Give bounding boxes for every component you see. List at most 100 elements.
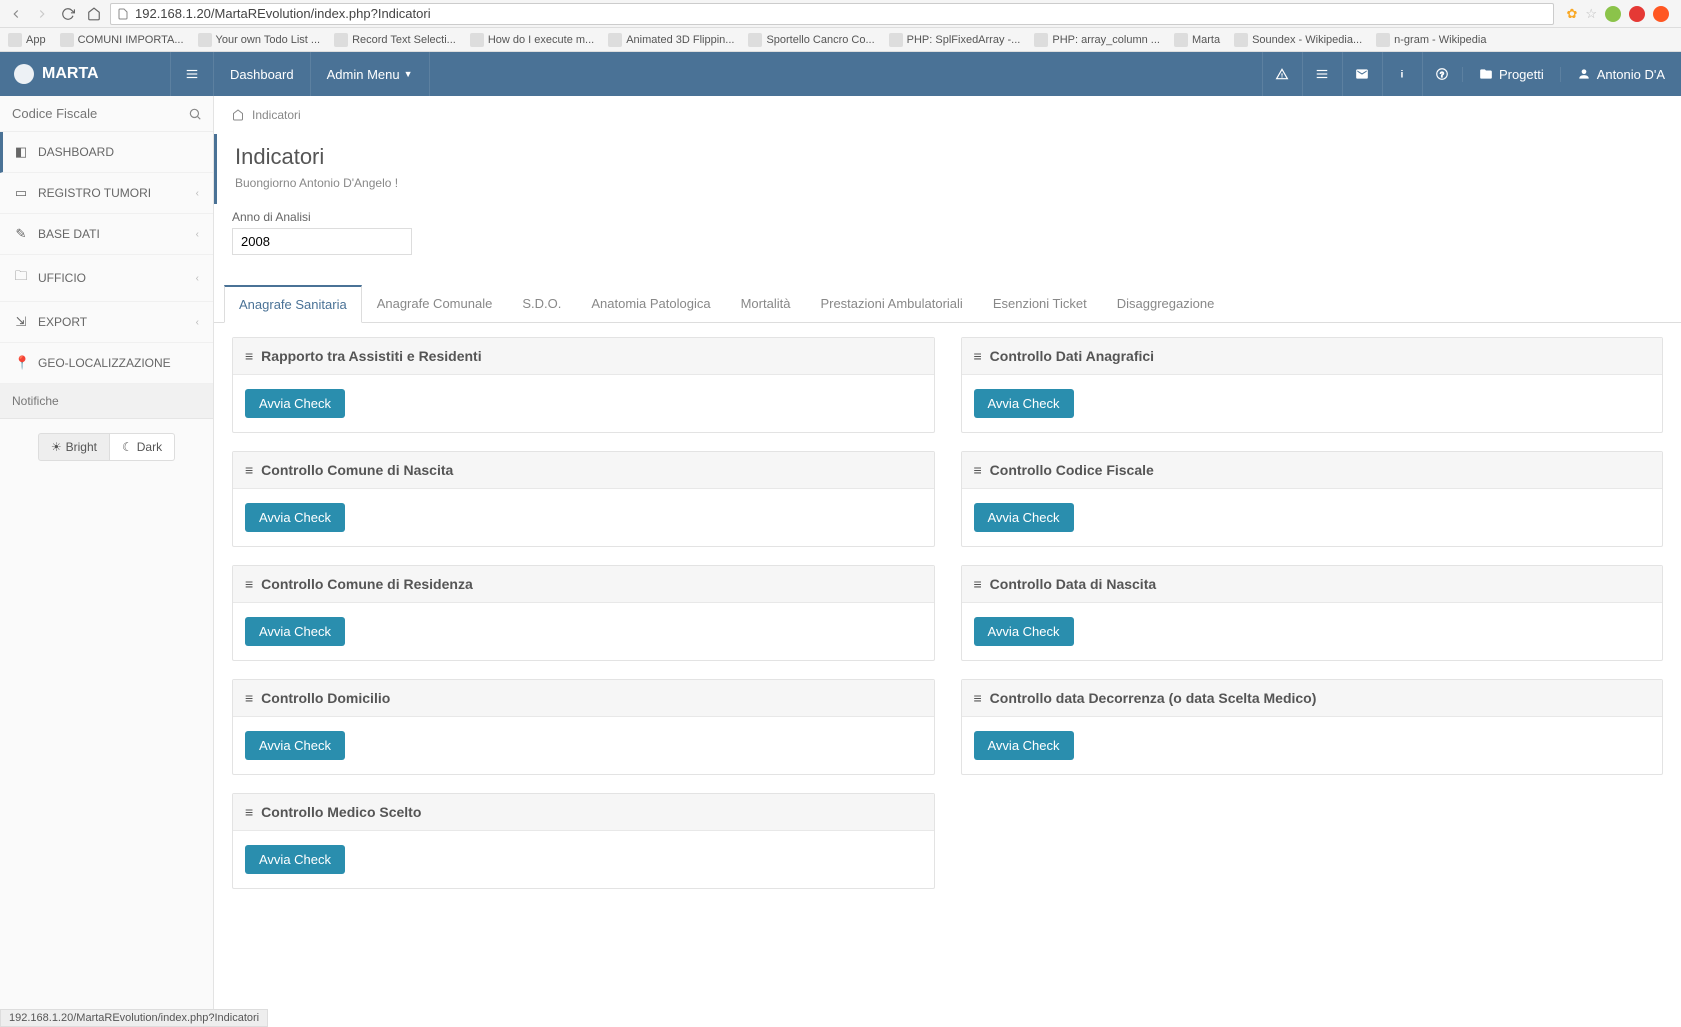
tab-anagrafe-comunale[interactable]: Anagrafe Comunale	[362, 285, 508, 322]
breadcrumb: Indicatori	[214, 96, 1681, 134]
list-icon: ≡	[245, 348, 253, 364]
main-content: Indicatori Indicatori Buongiorno Antonio…	[214, 96, 1681, 1027]
projects-button[interactable]: Progetti	[1462, 67, 1560, 82]
card-title: Controllo Dati Anagrafici	[990, 348, 1154, 364]
card-header: ≡Rapporto tra Assistiti e Residenti	[233, 338, 934, 375]
sidebar-item-ufficio[interactable]: 🗀 UFFICIO ‹	[0, 255, 213, 302]
bookmark-item[interactable]: n-gram - Wikipedia	[1376, 33, 1486, 47]
tab-prestazioni[interactable]: Prestazioni Ambulatoriali	[805, 285, 977, 322]
start-check-button[interactable]: Avvia Check	[245, 389, 345, 418]
page-header: Indicatori Buongiorno Antonio D'Angelo !	[214, 134, 1681, 204]
card: ≡Controllo Data di Nascita Avvia Check	[961, 565, 1664, 661]
search-input[interactable]	[12, 106, 188, 121]
sidebar-item-label: DASHBOARD	[38, 145, 199, 159]
card-title: Controllo Comune di Nascita	[261, 462, 453, 478]
user-icon	[1577, 67, 1591, 81]
nav-admin-menu[interactable]: Admin Menu ▼	[311, 52, 430, 96]
user-menu[interactable]: Antonio D'A	[1560, 67, 1681, 82]
bookmark-item[interactable]: COMUNI IMPORTA...	[60, 33, 184, 47]
start-check-button[interactable]: Avvia Check	[974, 617, 1074, 646]
list-icon: ≡	[245, 462, 253, 478]
theme-dark-button[interactable]: ☾ Dark	[110, 433, 175, 461]
ext-icon[interactable]: ✿	[1566, 6, 1577, 22]
sidebar-item-base-dati[interactable]: ✎ BASE DATI ‹	[0, 214, 213, 255]
card-header: ≡Controllo Dati Anagrafici	[962, 338, 1663, 375]
app-topbar: MARTA Dashboard Admin Menu ▼ i ? Progett…	[0, 52, 1681, 96]
start-check-button[interactable]: Avvia Check	[245, 503, 345, 532]
sidebar-item-geo[interactable]: 📍 GEO-LOCALIZZAZIONE	[0, 343, 213, 384]
moon-icon: ☾	[122, 440, 133, 454]
bookmark-item[interactable]: Your own Todo List ...	[198, 33, 321, 47]
tab-mortalita[interactable]: Mortalità	[726, 285, 806, 322]
url-bar[interactable]: 192.168.1.20/MartaREvolution/index.php?I…	[110, 3, 1554, 25]
theme-bright-button[interactable]: ☀ Bright	[38, 433, 110, 461]
sun-icon: ☀	[51, 440, 62, 454]
start-check-button[interactable]: Avvia Check	[245, 845, 345, 874]
brand-logo[interactable]: MARTA	[0, 64, 170, 84]
tab-sdo[interactable]: S.D.O.	[507, 285, 576, 322]
ext-icon[interactable]	[1605, 6, 1621, 22]
breadcrumb-item[interactable]: Indicatori	[252, 108, 301, 122]
home-icon[interactable]	[232, 109, 244, 121]
folder-icon	[1479, 67, 1493, 81]
star-icon[interactable]: ☆	[1585, 6, 1597, 22]
list-icon[interactable]	[1302, 52, 1342, 96]
sidebar: ◧ DASHBOARD ▭ REGISTRO TUMORI ‹ ✎ BASE D…	[0, 96, 214, 1027]
bookmark-item[interactable]: PHP: array_column ...	[1034, 33, 1160, 47]
ext-icon[interactable]	[1629, 6, 1645, 22]
sidebar-toggle[interactable]	[170, 52, 214, 96]
url-text: 192.168.1.20/MartaREvolution/index.php?I…	[135, 6, 431, 21]
bookmark-item[interactable]: PHP: SplFixedArray -...	[889, 33, 1021, 47]
start-check-button[interactable]: Avvia Check	[974, 389, 1074, 418]
help-icon[interactable]: ?	[1422, 52, 1462, 96]
nav-dashboard[interactable]: Dashboard	[214, 52, 311, 96]
monitor-icon: ▭	[14, 185, 28, 201]
svg-text:?: ?	[1440, 72, 1444, 79]
tab-anatomia-patologica[interactable]: Anatomia Patologica	[576, 285, 725, 322]
theme-label: Dark	[137, 440, 162, 454]
card-header: ≡Controllo Medico Scelto	[233, 794, 934, 831]
sidebar-item-registro-tumori[interactable]: ▭ REGISTRO TUMORI ‹	[0, 173, 213, 214]
bookmark-item[interactable]: Marta	[1174, 33, 1220, 47]
menu-icon	[185, 67, 199, 81]
cards-left-col: ≡Rapporto tra Assistiti e Residenti Avvi…	[232, 337, 935, 889]
bookmark-item[interactable]: Record Text Selecti...	[334, 33, 456, 47]
info-icon[interactable]: i	[1382, 52, 1422, 96]
cards-right-col: ≡Controllo Dati Anagrafici Avvia Check ≡…	[961, 337, 1664, 889]
start-check-button[interactable]: Avvia Check	[245, 617, 345, 646]
bookmark-item[interactable]: Animated 3D Flippin...	[608, 33, 734, 47]
bookmark-item[interactable]: How do I execute m...	[470, 33, 594, 47]
reload-button[interactable]	[58, 4, 78, 24]
year-select[interactable]	[232, 228, 412, 255]
home-button[interactable]	[84, 4, 104, 24]
start-check-button[interactable]: Avvia Check	[245, 731, 345, 760]
sidebar-item-dashboard[interactable]: ◧ DASHBOARD	[0, 132, 213, 173]
forward-button[interactable]	[32, 4, 52, 24]
sidebar-item-export[interactable]: ⇲ EXPORT ‹	[0, 302, 213, 343]
card-title: Controllo data Decorrenza (o data Scelta…	[990, 690, 1317, 706]
filter-label: Anno di Analisi	[232, 210, 1663, 224]
browser-nav-bar: 192.168.1.20/MartaREvolution/index.php?I…	[0, 0, 1681, 28]
notifications-header: Notifiche	[0, 384, 213, 419]
mail-icon[interactable]	[1342, 52, 1382, 96]
tab-disaggregazione[interactable]: Disaggregazione	[1102, 285, 1230, 322]
sidebar-item-label: GEO-LOCALIZZAZIONE	[38, 356, 199, 370]
search-icon[interactable]	[188, 107, 202, 121]
sidebar-item-label: EXPORT	[38, 315, 186, 329]
chevron-left-icon: ‹	[196, 273, 199, 284]
apps-button[interactable]: App	[8, 33, 46, 47]
list-icon: ≡	[974, 576, 982, 592]
ext-icon[interactable]	[1653, 6, 1669, 22]
card-title: Controllo Comune di Residenza	[261, 576, 473, 592]
bookmark-item[interactable]: Sportello Cancro Co...	[748, 33, 874, 47]
card: ≡Controllo Domicilio Avvia Check	[232, 679, 935, 775]
tab-anagrafe-sanitaria[interactable]: Anagrafe Sanitaria	[224, 285, 362, 323]
start-check-button[interactable]: Avvia Check	[974, 731, 1074, 760]
tab-esenzioni[interactable]: Esenzioni Ticket	[978, 285, 1102, 322]
alerts-icon[interactable]	[1262, 52, 1302, 96]
chevron-left-icon: ‹	[196, 229, 199, 240]
chevron-left-icon: ‹	[196, 188, 199, 199]
back-button[interactable]	[6, 4, 26, 24]
bookmark-item[interactable]: Soundex - Wikipedia...	[1234, 33, 1362, 47]
start-check-button[interactable]: Avvia Check	[974, 503, 1074, 532]
